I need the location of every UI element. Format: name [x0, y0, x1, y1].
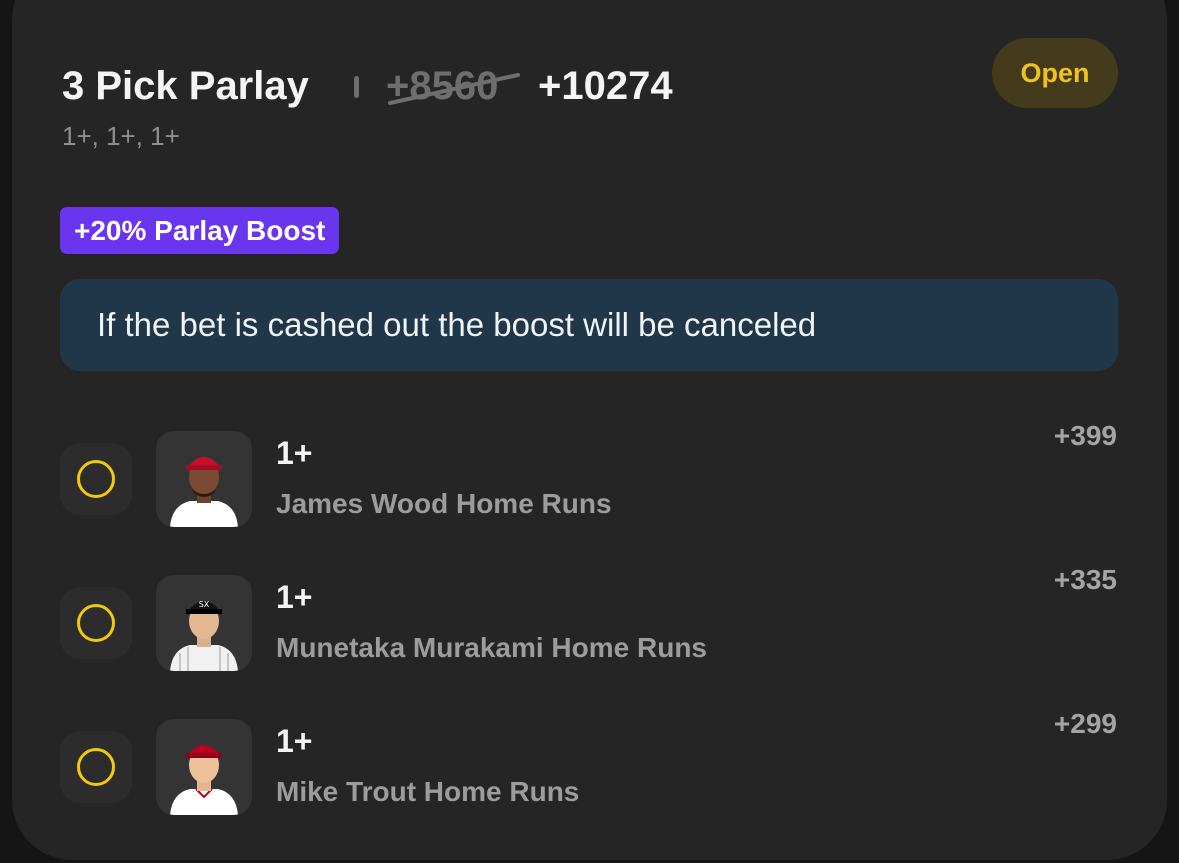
player-avatar-icon: SX [170, 600, 238, 671]
cashout-notice: If the bet is cashed out the boost will … [60, 279, 1118, 371]
player-headshot: SX [156, 575, 252, 671]
list-item[interactable]: 1+ Mike Trout Home Runs +299 [0, 708, 1179, 819]
boosted-odds: +10274 [538, 64, 673, 108]
parlay-boost-badge: +20% Parlay Boost [60, 207, 340, 254]
leg-line: 1+ [276, 723, 313, 759]
player-avatar-icon [170, 457, 238, 527]
strikethrough-line [388, 73, 520, 105]
leg-market: Munetaka Murakami Home Runs [276, 632, 707, 663]
list-item[interactable]: SX 1+ Munetaka Murakami Home Runs +335 [0, 564, 1179, 675]
leg-market: James Wood Home Runs [276, 488, 612, 519]
leg-status-box [60, 731, 132, 803]
status-badge: Open [992, 38, 1118, 108]
title-separator [354, 76, 359, 98]
leg-odds: +299 [1053, 708, 1117, 739]
pending-circle-icon [77, 460, 115, 498]
player-headshot [156, 431, 252, 527]
pending-circle-icon [77, 604, 115, 642]
parlay-title: 3 Pick Parlay [62, 64, 309, 108]
leg-odds: +399 [1053, 420, 1117, 451]
svg-text:SX: SX [199, 600, 210, 609]
lines-summary: 1+, 1+, 1+ [62, 121, 180, 151]
leg-status-box [60, 587, 132, 659]
leg-market: Mike Trout Home Runs [276, 776, 580, 807]
leg-status-box [60, 443, 132, 515]
player-avatar-icon [170, 745, 238, 815]
leg-line: 1+ [276, 579, 313, 615]
leg-odds: +335 [1053, 564, 1117, 595]
leg-line: 1+ [276, 435, 313, 471]
player-headshot [156, 719, 252, 815]
pending-circle-icon [77, 748, 115, 786]
list-item[interactable]: 1+ James Wood Home Runs +399 [0, 420, 1179, 531]
